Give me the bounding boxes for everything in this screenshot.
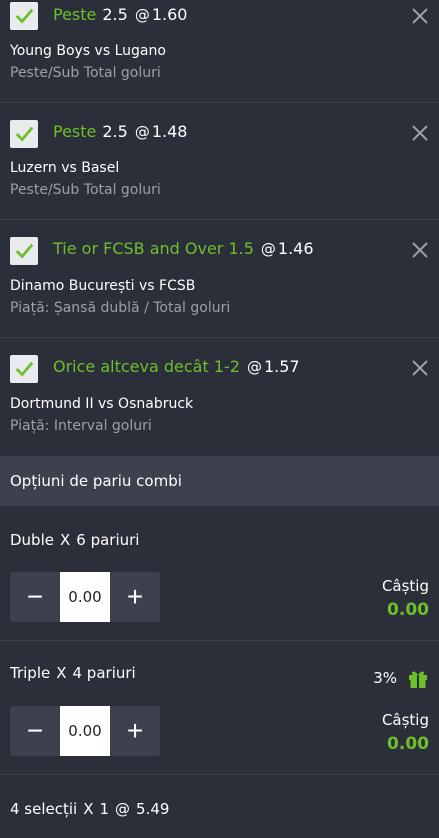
gift-icon xyxy=(409,671,427,688)
summary-count: 1 xyxy=(99,800,110,818)
close-icon[interactable] xyxy=(411,124,429,142)
summary-odds: 5.49 xyxy=(136,800,170,818)
summary-selections: 4 selecții xyxy=(10,800,78,818)
stake-input[interactable] xyxy=(60,572,110,622)
bet-slip-item: Peste 2.5 @1.48 Luzern vs Basel Peste/Sub … xyxy=(0,103,439,220)
summary-at: @ xyxy=(115,800,131,818)
combi-options-header[interactable]: Opțiuni de pariu combi xyxy=(0,456,439,506)
check-icon[interactable] xyxy=(10,120,38,148)
increase-stake-button[interactable]: + xyxy=(110,572,160,622)
selection-handicap: 2.5 xyxy=(102,5,128,24)
match-name: Luzern vs Basel xyxy=(10,160,120,176)
combi-option-triples: Triple X 4 pariuri 3% − + Câștig 0.00 xyxy=(0,641,439,775)
decrease-stake-button[interactable]: − xyxy=(10,572,60,622)
selection-name: Tie or FCSB and Over 1.5 xyxy=(53,239,254,258)
bet-slip-item: Orice altceva decât 1-2 @1.57 Dortmund II… xyxy=(0,338,439,456)
at-symbol: @ xyxy=(260,240,276,258)
close-icon[interactable] xyxy=(411,359,429,377)
selection-line: Orice altceva decât 1-2 @1.57 xyxy=(53,357,300,376)
close-icon[interactable] xyxy=(411,241,429,259)
selection-name: Peste xyxy=(53,122,97,141)
at-symbol: @ xyxy=(134,6,150,24)
at-symbol: @ xyxy=(246,358,262,376)
odds-value: 1.60 xyxy=(151,5,188,24)
combi-header-label: Opțiuni de pariu combi xyxy=(10,472,182,490)
gain-value: 0.00 xyxy=(387,734,429,754)
stake-stepper: − + xyxy=(10,706,160,756)
check-icon[interactable] xyxy=(10,237,38,265)
option-title: Triple X 4 pariuri xyxy=(10,664,136,682)
bonus-percent: 3% xyxy=(373,669,397,687)
selection-line: Tie or FCSB and Over 1.5 @1.46 xyxy=(53,239,314,258)
option-type: Duble xyxy=(10,531,54,549)
at-symbol: @ xyxy=(134,123,150,141)
match-name: Young Boys vs Lugano xyxy=(10,43,166,59)
bonus-badge[interactable]: 3% xyxy=(373,667,429,689)
gain-label: Câștig xyxy=(381,711,429,729)
combi-option-doubles: Duble X 6 pariuri − + Câștig 0.00 xyxy=(0,506,439,641)
bet-slip-item: Tie or FCSB and Over 1.5 @1.46 Dinamo Buc… xyxy=(0,220,439,338)
selection-line: Peste 2.5 @1.60 xyxy=(53,5,187,24)
multiplier-x: X xyxy=(56,664,67,682)
gain-value: 0.00 xyxy=(387,600,429,620)
market-name: Piață: Interval goluri xyxy=(10,418,152,434)
bet-slip-item: Peste 2.5 @1.60 Young Boys vs Lugano Peste… xyxy=(0,0,439,103)
odds-value: 1.46 xyxy=(277,239,314,258)
option-title: Duble X 6 pariuri xyxy=(10,531,139,549)
stake-stepper: − + xyxy=(10,572,160,622)
market-name: Peste/Sub Total goluri xyxy=(10,65,161,81)
check-icon[interactable] xyxy=(10,355,38,383)
selection-name: Orice altceva decât 1-2 xyxy=(53,357,240,376)
match-name: Dortmund II vs Osnabruck xyxy=(10,396,194,412)
accumulator-summary: 4 selecții X 1 @5.49 xyxy=(10,800,175,818)
odds-value: 1.48 xyxy=(151,122,188,141)
summary-x: X xyxy=(83,800,94,818)
multiplier-x: X xyxy=(59,531,71,549)
increase-stake-button[interactable]: + xyxy=(110,706,160,756)
close-icon[interactable] xyxy=(411,7,429,25)
market-name: Peste/Sub Total goluri xyxy=(10,182,161,198)
selection-line: Peste 2.5 @1.48 xyxy=(53,122,187,141)
market-name: Piață: Șansă dublă / Total goluri xyxy=(10,300,231,316)
option-count: 6 pariuri xyxy=(76,531,140,549)
option-type: Triple xyxy=(10,664,51,682)
odds-value: 1.57 xyxy=(263,357,300,376)
decrease-stake-button[interactable]: − xyxy=(10,706,60,756)
stake-input[interactable] xyxy=(60,706,110,756)
match-name: Dinamo București vs FCSB xyxy=(10,278,196,294)
check-icon[interactable] xyxy=(10,2,38,30)
option-count: 4 pariuri xyxy=(72,664,136,682)
selection-handicap: 2.5 xyxy=(102,122,128,141)
selection-name: Peste xyxy=(53,5,97,24)
gain-label: Câștig xyxy=(381,577,429,595)
